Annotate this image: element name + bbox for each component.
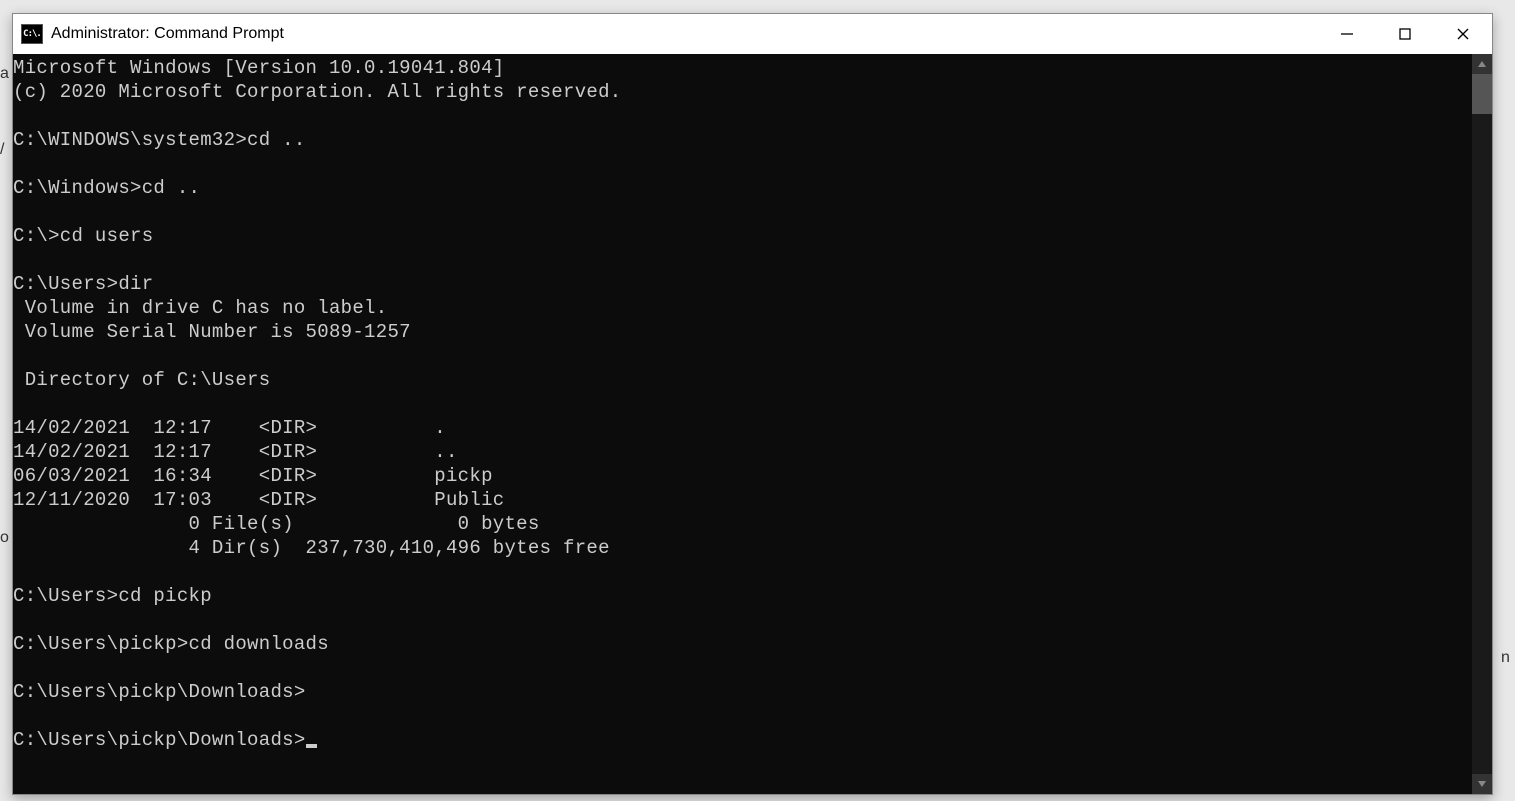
terminal-line <box>13 656 1472 680</box>
terminal-line <box>13 152 1472 176</box>
scroll-track[interactable] <box>1472 74 1492 774</box>
background-fragment: / <box>0 141 4 159</box>
terminal-line: 14/02/2021 12:17 <DIR> . <box>13 416 1472 440</box>
terminal-output[interactable]: Microsoft Windows [Version 10.0.19041.80… <box>13 54 1472 794</box>
scroll-up-arrow[interactable] <box>1472 54 1492 74</box>
terminal-line: C:\Users>dir <box>13 272 1472 296</box>
minimize-button[interactable] <box>1318 14 1376 54</box>
terminal-line <box>13 608 1472 632</box>
terminal-line <box>13 704 1472 728</box>
terminal-line <box>13 560 1472 584</box>
window-title: Administrator: Command Prompt <box>51 25 1318 43</box>
background-fragment: o <box>0 529 9 547</box>
scroll-thumb[interactable] <box>1472 74 1492 114</box>
cmd-icon: C:\. <box>21 24 43 44</box>
titlebar[interactable]: C:\. Administrator: Command Prompt <box>13 14 1492 54</box>
terminal-line: C:\Users\pickp\Downloads> <box>13 680 1472 704</box>
terminal-line <box>13 344 1472 368</box>
command-prompt-window: C:\. Administrator: Command Prompt Micro… <box>12 13 1493 795</box>
terminal-line <box>13 248 1472 272</box>
background-fragment: n <box>1501 649 1510 667</box>
terminal-line: Microsoft Windows [Version 10.0.19041.80… <box>13 56 1472 80</box>
terminal-line: 0 File(s) 0 bytes <box>13 512 1472 536</box>
terminal-line: 12/11/2020 17:03 <DIR> Public <box>13 488 1472 512</box>
terminal-line <box>13 104 1472 128</box>
terminal-line <box>13 392 1472 416</box>
terminal-line: C:\Users\pickp>cd downloads <box>13 632 1472 656</box>
window-controls <box>1318 14 1492 54</box>
terminal-area: Microsoft Windows [Version 10.0.19041.80… <box>13 54 1492 794</box>
terminal-line: 06/03/2021 16:34 <DIR> pickp <box>13 464 1472 488</box>
terminal-line: C:\Windows>cd .. <box>13 176 1472 200</box>
terminal-line: Volume Serial Number is 5089-1257 <box>13 320 1472 344</box>
cursor <box>306 744 317 748</box>
terminal-line: C:\Users\pickp\Downloads> <box>13 728 1472 752</box>
terminal-line <box>13 200 1472 224</box>
terminal-line: 4 Dir(s) 237,730,410,496 bytes free <box>13 536 1472 560</box>
scroll-down-arrow[interactable] <box>1472 774 1492 794</box>
vertical-scrollbar[interactable] <box>1472 54 1492 794</box>
terminal-line: Volume in drive C has no label. <box>13 296 1472 320</box>
terminal-line: C:\WINDOWS\system32>cd .. <box>13 128 1472 152</box>
maximize-button[interactable] <box>1376 14 1434 54</box>
close-button[interactable] <box>1434 14 1492 54</box>
terminal-line: (c) 2020 Microsoft Corporation. All righ… <box>13 80 1472 104</box>
terminal-line: 14/02/2021 12:17 <DIR> .. <box>13 440 1472 464</box>
background-fragment: a <box>0 65 9 83</box>
terminal-line: C:\>cd users <box>13 224 1472 248</box>
terminal-line: C:\Users>cd pickp <box>13 584 1472 608</box>
terminal-line: Directory of C:\Users <box>13 368 1472 392</box>
